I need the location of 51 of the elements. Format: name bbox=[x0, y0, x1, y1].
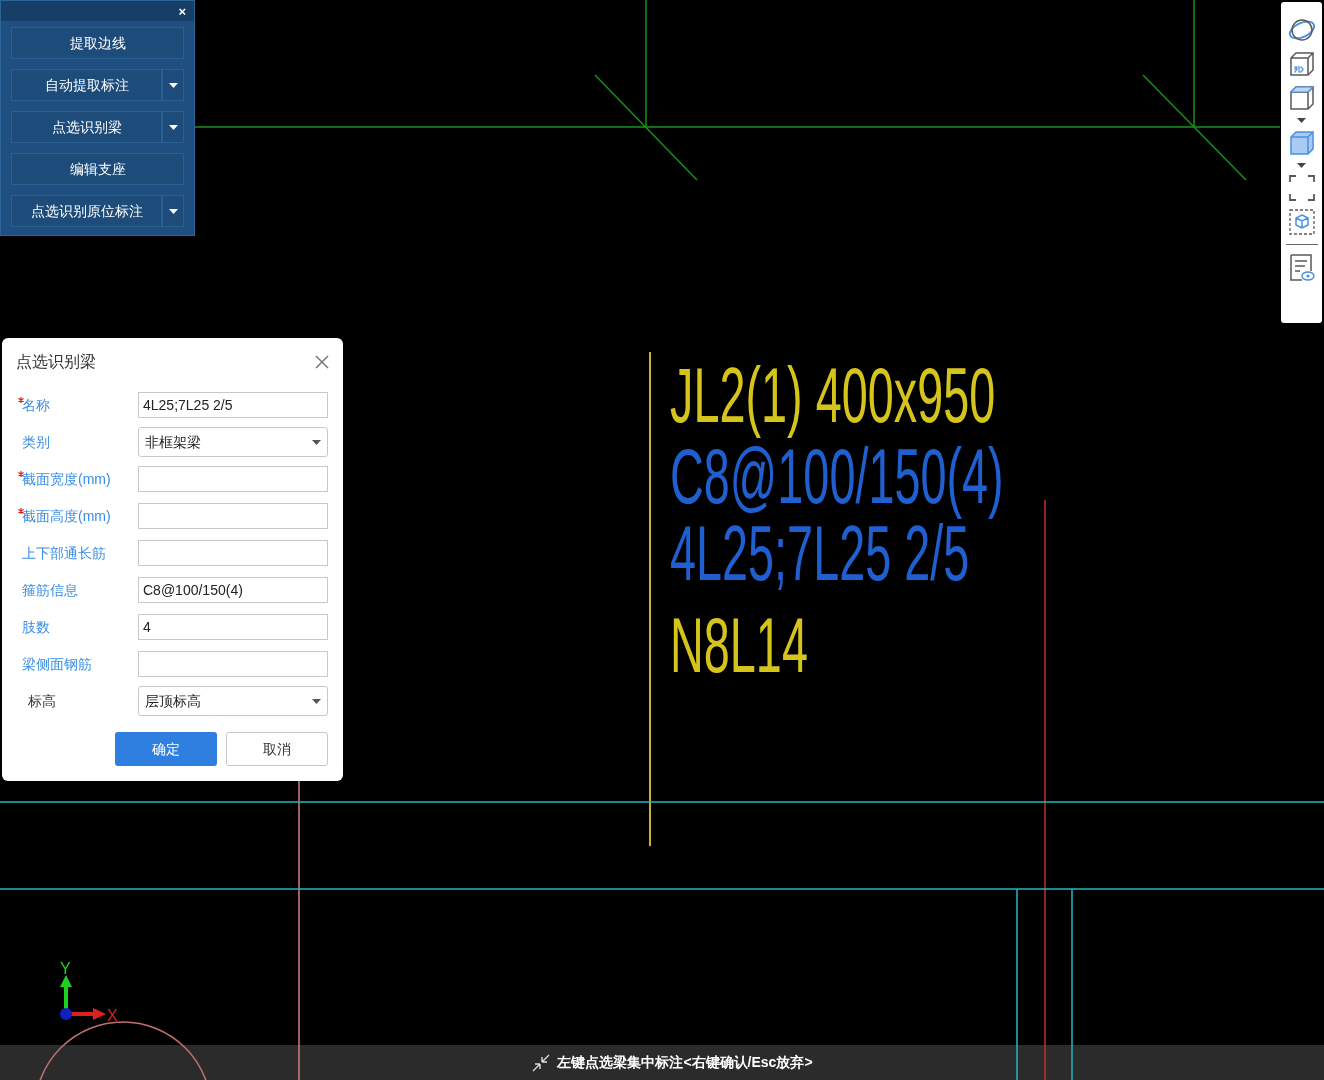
select-field[interactable]: 层顶标高 bbox=[138, 686, 328, 716]
field-label: 名称 bbox=[21, 395, 51, 415]
field-label: 肢数 bbox=[21, 617, 51, 637]
tool-button[interactable]: 点选识别梁 bbox=[11, 111, 162, 143]
input-field[interactable]: 4L25;7L25 2/5 bbox=[138, 392, 328, 418]
input-field[interactable]: C8@100/150(4) bbox=[138, 577, 328, 603]
tool-button[interactable]: 编辑支座 bbox=[11, 153, 184, 185]
input-field[interactable] bbox=[138, 540, 328, 566]
y-axis-label: Y bbox=[60, 960, 71, 977]
box-cube-icon[interactable] bbox=[1287, 208, 1316, 236]
caret-icon bbox=[1297, 163, 1306, 168]
shrink-arrows-icon bbox=[531, 1053, 552, 1072]
field-label: 标高 bbox=[27, 691, 57, 711]
field-label: 箍筋信息 bbox=[21, 580, 79, 600]
dropdown-button[interactable] bbox=[162, 111, 184, 143]
document-eye-icon[interactable] bbox=[1287, 253, 1316, 283]
dropdown-button[interactable] bbox=[162, 69, 184, 101]
field-label: 截面高度(mm) bbox=[21, 506, 112, 526]
caret-icon bbox=[1297, 118, 1306, 123]
input-field[interactable]: 4 bbox=[138, 614, 328, 640]
tool-button[interactable]: 提取边线 bbox=[11, 27, 184, 59]
dropdown-button[interactable] bbox=[162, 195, 184, 227]
beam-annotation: N8L14 bbox=[670, 606, 808, 684]
orbit-icon[interactable] bbox=[1286, 16, 1317, 44]
caret-icon bbox=[168, 124, 178, 130]
solid-cube-icon[interactable] bbox=[1287, 129, 1316, 157]
fullscreen-icon[interactable] bbox=[1287, 174, 1316, 202]
close-icon[interactable] bbox=[315, 355, 329, 369]
select-field[interactable]: 非框架梁 bbox=[138, 427, 328, 457]
caret-icon bbox=[312, 439, 321, 445]
cube-icon[interactable] bbox=[1287, 84, 1316, 112]
x-axis-label: X bbox=[107, 1007, 118, 1024]
caret-icon bbox=[312, 698, 321, 704]
caret-icon bbox=[168, 82, 178, 88]
close-button[interactable]: × bbox=[174, 4, 190, 18]
confirm-button[interactable]: 确定 bbox=[115, 732, 217, 766]
field-label: 梁侧面钢筋 bbox=[21, 654, 93, 674]
origin-dot bbox=[60, 1008, 72, 1020]
tool-button[interactable]: 自动提取标注 bbox=[11, 69, 162, 101]
field-label: 截面宽度(mm) bbox=[21, 469, 112, 489]
cube-3d-icon[interactable] bbox=[1287, 50, 1316, 78]
field-label: 上下部通长筋 bbox=[21, 543, 107, 563]
status-message: 左键点选梁集中标注<右键确认/Esc放弃> bbox=[557, 1053, 813, 1072]
input-field[interactable] bbox=[138, 466, 328, 492]
dialog-title: 点选识别梁 bbox=[16, 352, 96, 372]
cancel-button[interactable]: 取消 bbox=[226, 732, 328, 766]
tool-button[interactable]: 点选识别原位标注 bbox=[11, 195, 162, 227]
caret-icon bbox=[168, 208, 178, 214]
field-label: 类别 bbox=[21, 432, 51, 452]
input-field[interactable] bbox=[138, 503, 328, 529]
input-field[interactable] bbox=[138, 651, 328, 677]
